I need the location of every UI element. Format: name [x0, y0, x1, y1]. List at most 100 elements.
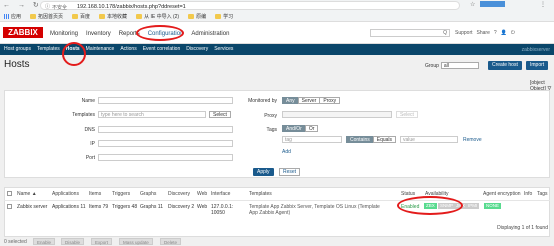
header-web: Web — [197, 191, 208, 197]
items-link[interactable]: Items 79 — [89, 204, 108, 210]
server-name: zabbixserver — [521, 47, 550, 53]
header-discovery: Discovery — [168, 191, 190, 197]
group-filter: Group all — [425, 62, 479, 69]
mass-update-button[interactable]: Mass update — [119, 238, 153, 245]
submenu-maintenance[interactable]: Maintenance — [86, 46, 115, 52]
annotation-circle-configuration — [136, 25, 184, 41]
header-templates: Templates — [249, 191, 272, 197]
port-input[interactable] — [98, 154, 233, 161]
bookmark-3[interactable]: 本地收藏 — [99, 12, 127, 21]
submenu-templates[interactable]: Templates — [37, 46, 60, 52]
monitored-proxy[interactable]: Proxy — [319, 97, 341, 104]
templates-select-button[interactable]: Select — [209, 111, 231, 118]
apply-button[interactable]: Apply — [253, 168, 274, 176]
proxy-select-button[interactable]: Select — [396, 111, 418, 118]
group-label: Group — [425, 62, 439, 69]
disable-button[interactable]: Disable — [61, 238, 85, 245]
templates-label: Templates — [72, 112, 95, 118]
profile-button[interactable] — [480, 1, 506, 7]
ipmi-badge: IPMI — [466, 203, 480, 209]
import-button[interactable]: Import — [526, 61, 549, 70]
submenu-event-correlation[interactable]: Event correlation — [143, 46, 181, 52]
header-items: Items — [89, 191, 102, 197]
create-host-button[interactable]: Create host — [488, 61, 522, 70]
header-applications: Applications — [52, 191, 79, 197]
submenu-services[interactable]: Services — [214, 46, 233, 52]
templates-input[interactable]: type here to search — [98, 111, 206, 118]
discovery-link[interactable]: Discovery 2 — [168, 204, 194, 210]
tags-and-or[interactable]: And/Or — [282, 125, 306, 132]
header-right: Support Share ? 👤 ⏻ — [455, 30, 515, 36]
tags-or[interactable]: Or — [304, 125, 319, 132]
select-all-checkbox[interactable] — [7, 191, 12, 196]
monitored-server[interactable]: Server — [297, 97, 321, 104]
header-graphs: Graphs — [140, 191, 157, 197]
monitored-any[interactable]: Any — [282, 97, 299, 104]
apps-icon — [4, 14, 9, 19]
group-select[interactable]: all — [440, 62, 479, 69]
star-icon[interactable]: ☆ — [470, 1, 475, 8]
bookmark-apps[interactable]: 应用 — [4, 12, 21, 21]
tag-equals[interactable]: Equals — [372, 136, 397, 143]
help-icon[interactable]: ? — [494, 30, 497, 36]
tag-remove-link[interactable]: Remove — [463, 137, 482, 143]
search-input[interactable]: Q — [370, 29, 450, 37]
header-tags: Tags — [537, 191, 548, 197]
monitored-by-segment: Any Server Proxy — [282, 97, 341, 104]
bookmark-2[interactable]: 百度 — [72, 12, 90, 21]
insecure-label: 不安全 — [52, 4, 68, 11]
menu-monitoring[interactable]: Monitoring — [50, 31, 78, 37]
submenu-discovery[interactable]: Discovery — [186, 46, 208, 52]
share-link[interactable]: Share — [477, 30, 490, 36]
host-name-link[interactable]: Zabbix server — [17, 204, 47, 210]
menu-icon[interactable]: ⋮ — [540, 1, 546, 8]
submenu-actions[interactable]: Actions — [120, 46, 136, 52]
proxy-input[interactable] — [282, 111, 392, 118]
bookmarks-bar: 应用 拓因首页页 百度 本地收藏 从 IE 中导入 (2) 原编 学习 — [4, 12, 554, 21]
address-bar[interactable]: ⓘ 不安全 192.168.10.178/zabbix/hosts.php?dd… — [40, 1, 460, 11]
info-icon[interactable]: ⓘ — [45, 3, 50, 10]
bookmark-4[interactable]: 从 IE 中导入 (2) — [136, 12, 179, 21]
header-name[interactable]: Name ▲ — [17, 191, 37, 197]
browser-chrome: ← → ↻ ⓘ 不安全 192.168.10.178/zabbix/hosts.… — [0, 0, 554, 22]
tag-value-input[interactable]: value — [400, 136, 458, 143]
tag-contains[interactable]: Contains — [346, 136, 374, 143]
bookmark-5[interactable]: 原编 — [188, 12, 206, 21]
monitored-by-label: Monitored by — [248, 98, 277, 104]
web-link[interactable]: Web — [197, 204, 207, 210]
triggers-link[interactable]: Triggers 48 — [112, 204, 137, 210]
annotation-circle-status — [397, 196, 463, 215]
folder-icon — [136, 14, 143, 19]
dns-input[interactable] — [98, 126, 233, 133]
export-button[interactable]: Export — [91, 238, 113, 245]
search-icon[interactable]: Q — [443, 30, 447, 36]
tag-operator-segment: Contains Equals — [346, 136, 397, 143]
graphs-link[interactable]: Graphs 11 — [140, 204, 163, 210]
signout-icon[interactable]: ⏻ — [511, 30, 515, 36]
tag-add-link[interactable]: Add — [282, 149, 291, 155]
support-link[interactable]: Support — [455, 30, 473, 36]
applications-link[interactable]: Applications 11 — [52, 204, 86, 210]
folder-icon — [30, 14, 37, 19]
ip-input[interactable] — [98, 140, 233, 147]
selected-count: 0 selected — [4, 239, 27, 245]
user-icon[interactable]: 👤 — [501, 30, 507, 36]
tags-logic-segment: And/Or Or — [282, 125, 319, 132]
menu-administration[interactable]: Administration — [191, 31, 229, 37]
zabbix-logo[interactable]: ZABBIX — [3, 27, 43, 38]
tag-input[interactable]: tag — [282, 136, 342, 143]
name-input[interactable] — [98, 97, 233, 104]
reset-button[interactable]: Reset — [279, 168, 301, 176]
menu-inventory[interactable]: Inventory — [86, 31, 111, 37]
header-status[interactable]: Status — [401, 191, 415, 197]
enable-button[interactable]: Enable — [33, 238, 56, 245]
submenu-host-groups[interactable]: Host groups — [4, 46, 31, 52]
delete-button[interactable]: Delete — [160, 238, 182, 245]
bookmark-1[interactable]: 拓因首页页 — [30, 12, 63, 21]
dns-label: DNS — [84, 127, 95, 133]
folder-icon — [215, 14, 222, 19]
nav-buttons[interactable]: ← → ↻ — [3, 1, 42, 9]
row-checkbox[interactable] — [7, 204, 12, 209]
interface-value: 127.0.0.1: 10050 — [211, 204, 234, 216]
bookmark-6[interactable]: 学习 — [215, 12, 233, 21]
